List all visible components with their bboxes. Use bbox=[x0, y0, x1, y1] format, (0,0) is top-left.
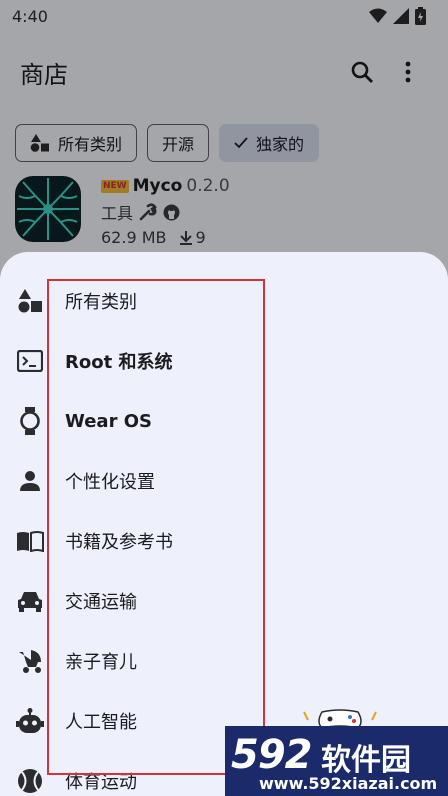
category-label: 书籍及参考书 bbox=[65, 532, 173, 553]
watermark-name: 软件园 bbox=[321, 743, 411, 778]
category-label: 人工智能 bbox=[65, 712, 137, 733]
category-label: 交通运输 bbox=[65, 592, 137, 613]
category-label: Root 和系统 bbox=[65, 352, 173, 373]
category-label: 亲子育儿 bbox=[65, 652, 137, 673]
book-icon bbox=[16, 527, 44, 555]
category-label: Wear OS bbox=[65, 410, 152, 432]
category-item-wear-os[interactable]: Wear OS bbox=[0, 391, 448, 451]
watch-icon bbox=[16, 407, 44, 435]
category-item-root-system[interactable]: Root 和系统 bbox=[0, 331, 448, 391]
robot-icon bbox=[16, 707, 44, 735]
category-label: 所有类别 bbox=[65, 292, 137, 313]
stroller-icon bbox=[16, 647, 44, 675]
person-icon bbox=[16, 467, 44, 495]
category-item-parenting[interactable]: 亲子育儿 bbox=[0, 631, 448, 691]
watermark-logo: 592 软件园 www.592xiazai.com bbox=[225, 726, 448, 796]
category-shapes-icon bbox=[16, 287, 44, 315]
category-item-all[interactable]: 所有类别 bbox=[0, 271, 448, 331]
terminal-icon bbox=[16, 347, 44, 375]
watermark-url: www.592xiazai.com bbox=[259, 774, 438, 793]
category-bottom-sheet: 所有类别 Root 和系统 Wear OS 个性化设置 书籍及参考书 交通运输 bbox=[0, 252, 448, 796]
category-item-books[interactable]: 书籍及参考书 bbox=[0, 511, 448, 571]
car-icon bbox=[16, 587, 44, 615]
ball-icon bbox=[16, 767, 44, 795]
category-label: 个性化设置 bbox=[65, 472, 155, 493]
watermark-number: 592 bbox=[231, 732, 312, 778]
category-label: 体育运动 bbox=[65, 772, 137, 793]
category-item-transport[interactable]: 交通运输 bbox=[0, 571, 448, 631]
category-item-personalization[interactable]: 个性化设置 bbox=[0, 451, 448, 511]
